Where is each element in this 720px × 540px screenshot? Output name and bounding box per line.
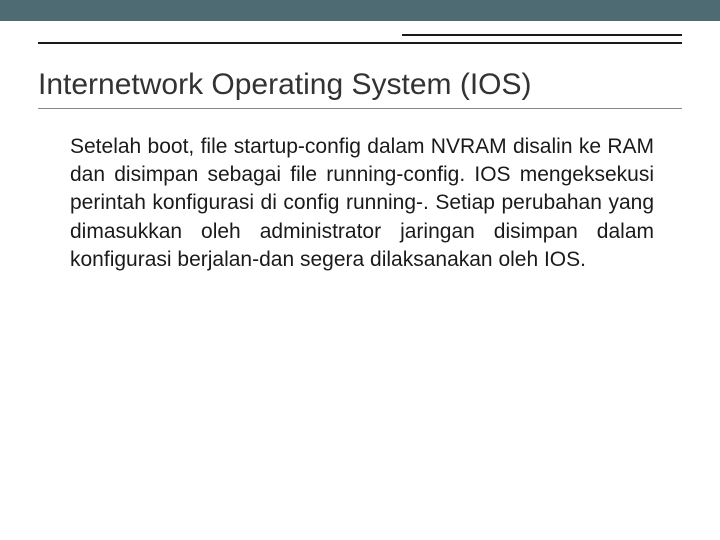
- page-title: Internetwork Operating System (IOS): [38, 66, 682, 104]
- rule-long: [38, 42, 682, 44]
- content-area: Internetwork Operating System (IOS) Sete…: [0, 58, 720, 274]
- body-text: Setelah boot, file startup-config dalam …: [38, 133, 682, 275]
- title-underline: [38, 108, 682, 109]
- header-rules: [0, 28, 720, 58]
- rule-short: [402, 34, 682, 36]
- top-accent-bar: [0, 0, 720, 22]
